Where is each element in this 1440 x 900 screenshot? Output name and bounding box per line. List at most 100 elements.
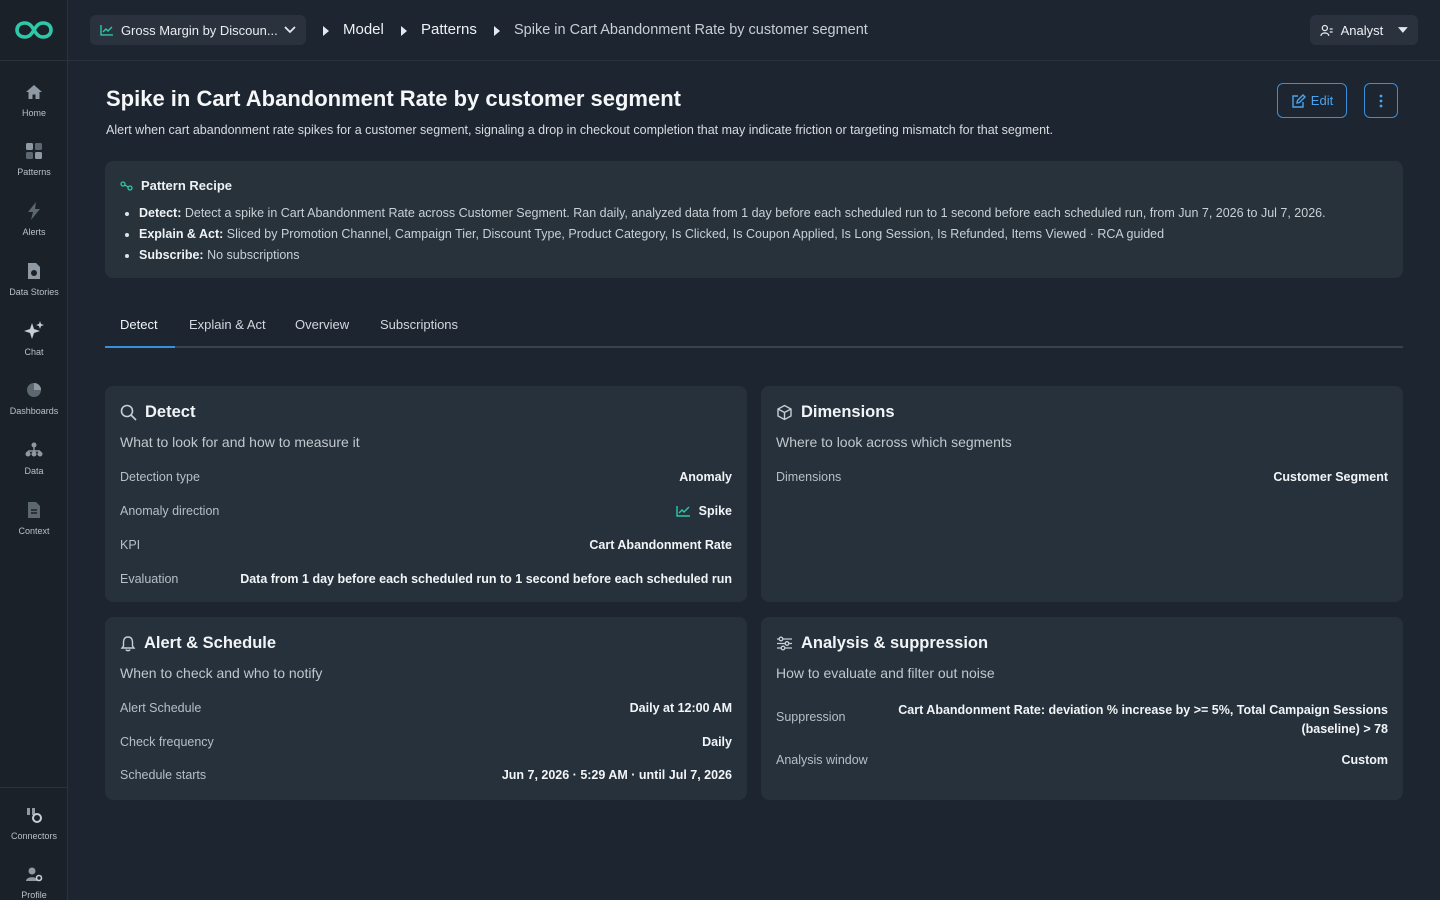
tab-subscriptions[interactable]: Subscriptions	[380, 317, 458, 332]
evaluation-value: Data from 1 day before each scheduled ru…	[240, 572, 732, 586]
sidebar-item-label: Dashboards	[9, 406, 59, 416]
page-title: Spike in Cart Abandonment Rate by custom…	[106, 86, 681, 111]
card-title: Alert & Schedule	[144, 634, 277, 652]
search-icon	[120, 404, 137, 421]
line-chart-icon	[100, 25, 113, 36]
breadcrumb-separator-icon	[494, 26, 500, 36]
suppression-value-line: (baseline) > 78	[1301, 722, 1389, 736]
sidebar-item-label: Home	[21, 108, 46, 118]
active-tab-indicator	[105, 346, 175, 348]
caret-down-icon	[1398, 27, 1408, 33]
recipe-item-key: Detect:	[139, 206, 182, 220]
app-logo[interactable]	[0, 0, 68, 61]
sidebar-item-data-stories[interactable]: Data Stories	[0, 261, 68, 317]
metric-selector-label: Gross Margin by Discoun...	[120, 22, 278, 38]
more-options-button[interactable]	[1364, 83, 1398, 118]
cube-icon	[777, 404, 792, 421]
edit-button[interactable]: Edit	[1277, 83, 1347, 118]
breadcrumb-separator-icon	[323, 26, 329, 36]
sidebar-item-patterns[interactable]: Patterns	[0, 141, 68, 197]
user-menu[interactable]: Analyst	[1310, 15, 1418, 45]
card-title: Detect	[145, 403, 196, 421]
bell-icon	[120, 636, 136, 652]
sidebar-item-label: Data	[24, 466, 44, 476]
breadcrumb-model[interactable]: Model	[343, 21, 384, 38]
card-title: Analysis & suppression	[801, 634, 989, 652]
user-role-label: Analyst	[1340, 22, 1384, 38]
suppression-value-line: Cart Abandonment Rate: deviation % incre…	[898, 703, 1388, 717]
tab-explain-act[interactable]: Explain & Act	[189, 317, 266, 332]
trend-up-icon	[675, 506, 690, 517]
chevron-down-icon	[284, 26, 296, 34]
pie-chart-icon	[24, 380, 44, 400]
card-subtitle: How to evaluate and filter out noise	[776, 665, 995, 681]
sidebar: Home Patterns Alerts Data Stories Chat D…	[0, 0, 68, 900]
tab-bar: Detect Explain & Act Overview Subscripti…	[105, 308, 1403, 348]
anomaly-direction-text: Spike	[698, 504, 732, 518]
dimensions-card: Dimensions Where to look across which se…	[761, 386, 1403, 602]
sliders-icon	[777, 636, 792, 651]
recipe-item-key: Explain & Act:	[139, 227, 224, 241]
infinity-logo-icon	[15, 21, 53, 39]
sidebar-item-home[interactable]: Home	[0, 82, 68, 138]
sidebar-item-alerts[interactable]: Alerts	[0, 201, 68, 257]
recipe-item-explain: Explain & Act: Sliced by Promotion Chann…	[125, 224, 1326, 245]
anomaly-direction-value: Spike	[675, 504, 732, 518]
recipe-item-detect: Detect: Detect a spike in Cart Abandonme…	[125, 203, 1326, 224]
row-label: Detection type	[120, 470, 200, 484]
sidebar-item-label: Connectors	[10, 831, 58, 841]
document-icon	[24, 261, 44, 281]
row-label: Dimensions	[776, 470, 842, 484]
file-icon	[24, 500, 44, 520]
top-bar: Gross Margin by Discoun... Model Pattern…	[68, 0, 1440, 61]
tab-detect[interactable]: Detect	[120, 317, 158, 332]
analysis-suppression-card: Analysis & suppression How to evaluate a…	[761, 617, 1403, 800]
row-label: Alert Schedule	[120, 701, 202, 715]
recipe-title: Pattern Recipe	[141, 178, 233, 193]
connectors-icon	[24, 805, 44, 825]
sidebar-item-profile[interactable]: Profile	[0, 864, 68, 900]
card-subtitle: When to check and who to notify	[120, 665, 323, 681]
sidebar-item-label: Patterns	[17, 167, 51, 177]
metric-selector[interactable]: Gross Margin by Discoun...	[90, 15, 306, 45]
card-subtitle: What to look for and how to measure it	[120, 434, 360, 450]
sidebar-item-context[interactable]: Context	[0, 500, 68, 556]
card-title: Dimensions	[801, 403, 895, 421]
recipe-item-key: Subscribe:	[139, 248, 204, 262]
dimensions-value: Customer Segment	[1273, 470, 1388, 484]
detection-type-value: Anomaly	[679, 470, 732, 484]
kpi-value: Cart Abandonment Rate	[589, 538, 732, 552]
recipe-item-text: No subscriptions	[207, 248, 300, 262]
user-icon	[1320, 24, 1333, 36]
pattern-recipe: Pattern Recipe Detect: Detect a spike in…	[105, 161, 1403, 278]
card-subtitle: Where to look across which segments	[776, 434, 1012, 450]
more-vertical-icon	[1379, 94, 1383, 107]
schedule-starts-value: Jun 7, 2026 · 5:29 AM · until Jul 7, 202…	[501, 768, 732, 782]
recipe-item-text: Sliced by Promotion Channel, Campaign Ti…	[226, 227, 1165, 241]
analysis-window-value: Custom	[1341, 753, 1388, 767]
card-header: Analysis & suppression	[776, 634, 988, 653]
sidebar-item-chat[interactable]: Chat	[0, 321, 68, 377]
sidebar-item-label: Alerts	[22, 227, 46, 237]
suppression-value: Cart Abandonment Rate: deviation % incre…	[898, 701, 1388, 739]
check-frequency-value: Daily	[702, 735, 732, 749]
sidebar-item-label: Data Stories	[9, 287, 59, 297]
sidebar-item-data[interactable]: Data	[0, 440, 68, 496]
recipe-item-text: Detect a spike in Cart Abandonment Rate …	[184, 206, 1326, 220]
edit-button-label: Edit	[1310, 93, 1334, 108]
recipe-item-subscribe: Subscribe: No subscriptions	[125, 245, 1326, 266]
breadcrumb-patterns[interactable]: Patterns	[421, 21, 477, 38]
sidebar-item-dashboards[interactable]: Dashboards	[0, 380, 68, 436]
recipe-list: Detect: Detect a spike in Cart Abandonme…	[125, 203, 1326, 266]
user-settings-icon	[24, 864, 44, 884]
row-label: Anomaly direction	[120, 504, 220, 518]
row-label: Check frequency	[120, 735, 214, 749]
sparkle-icon	[24, 321, 44, 341]
tab-overview[interactable]: Overview	[295, 317, 349, 332]
card-header: Detect	[120, 403, 195, 422]
sidebar-item-label: Profile	[21, 890, 47, 900]
patterns-icon	[24, 141, 44, 161]
row-label: Schedule starts	[120, 768, 207, 782]
breadcrumb-current: Spike in Cart Abandonment Rate by custom…	[514, 22, 868, 38]
sidebar-item-connectors[interactable]: Connectors	[0, 805, 68, 861]
